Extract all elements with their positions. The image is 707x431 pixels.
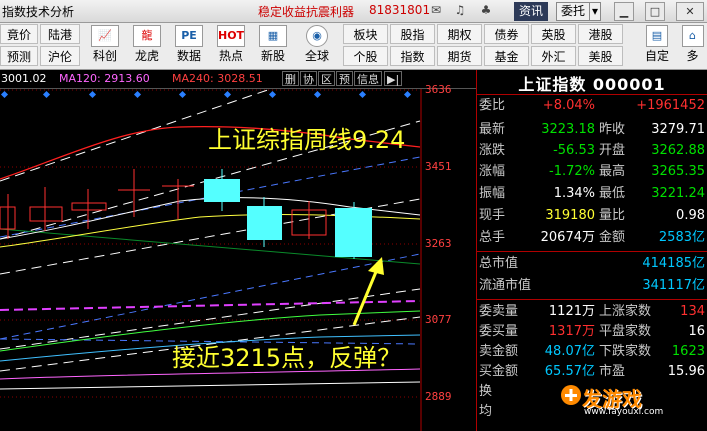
quote-row: 涨幅 -1.72% 最高 3265.35 [479, 164, 705, 179]
chart-indicator-bar: 3001.02 MA120: 2913.60 MA240: 3028.51 删 … [0, 70, 476, 89]
chart-overlay-title: 上证综指周线9.24 [208, 126, 406, 154]
toolbar: 竟价 陆港 预测 沪伦 📈 科创 龍 龙虎 PE 数据 HOT 热点 ▦ 新股 … [0, 23, 707, 70]
promo-text[interactable]: 稳定收益抗震利器 [258, 3, 354, 20]
shirt-icon[interactable]: ♣ [478, 3, 494, 18]
axis-label-price: 3263 [425, 237, 452, 250]
stock-index-futures-button[interactable]: 股指 [390, 24, 435, 44]
trade-button[interactable]: 委托 [556, 2, 591, 21]
tab-region[interactable]: 区 [318, 71, 335, 86]
data-button[interactable]: PE 数据 [170, 24, 208, 68]
forex-button[interactable]: 外汇 [531, 46, 576, 66]
index-title: 上证指数 000001 [518, 75, 666, 94]
index-button[interactable]: 指数 [390, 46, 435, 66]
watermark-url: www.fayouxi.com [584, 407, 664, 417]
quote-row: 委比 +8.04% +1961452 [479, 98, 705, 113]
app-title: 指数技术分析 [2, 5, 75, 19]
pe-icon: PE [175, 25, 203, 47]
individual-stock-button[interactable]: 个股 [343, 46, 388, 66]
globe-icon: ◉ [306, 25, 328, 47]
chart-overlay-note: 接近3215点，反弹？ [172, 344, 402, 372]
star-market-button[interactable]: 📈 科创 [86, 24, 124, 68]
float-cap-row: 流通市值 341117亿 [479, 278, 705, 293]
quote-row: 现手 319180 量比 0.98 [479, 208, 705, 223]
ma120-line [0, 300, 421, 311]
site-watermark: 发游戏 www.fayouxi.com [560, 378, 680, 418]
funds-button[interactable]: 基金 [484, 46, 529, 66]
expand-icon[interactable]: ▶| [384, 71, 403, 86]
hk-connect-button[interactable]: 陆港 [40, 24, 80, 44]
ma120-value: MA120: 2913.60 [59, 72, 150, 85]
global-button[interactable]: ◉ 全球 [298, 24, 336, 68]
candlesticks [0, 169, 372, 259]
minimize-icon[interactable]: ▁ [614, 2, 634, 21]
quote-row: 涨跌 -56.53 开盘 3262.88 [479, 143, 705, 158]
axis-label-price: 2889 [425, 390, 452, 403]
divider [477, 299, 707, 300]
axis-label-price: 3077 [425, 313, 452, 326]
tab-forecast[interactable]: 预 [336, 71, 353, 86]
trade-dropdown-icon[interactable]: ▾ [589, 2, 602, 21]
quote-row: 最新 3223.18 昨收 3279.71 [479, 122, 705, 137]
more-button[interactable]: ⌂ 多 [678, 24, 707, 68]
tab-info[interactable]: 信息 [354, 71, 382, 86]
uk-stocks-button[interactable]: 英股 [531, 24, 576, 44]
ma240-value: MA240: 3028.51 [172, 72, 263, 85]
quote-row: 委买量 1317万 平盘家数 16 [479, 324, 705, 339]
quote-row: 卖金额 48.07亿 下跌家数 1623 [479, 344, 705, 359]
axis-label-price: 3636 [425, 83, 452, 96]
hk-stocks-button[interactable]: 港股 [578, 24, 623, 44]
new-stock-icon: ▦ [259, 25, 287, 47]
title-bar: 指数技术分析 稳定收益抗震利器 81831801 ✉ ♫ ♣ 资讯 委托 ▾ ▁… [0, 0, 707, 23]
gamepad-icon [561, 385, 581, 405]
custom-icon: ▤ [646, 25, 668, 47]
trend-line [0, 253, 421, 340]
close-icon[interactable]: ✕ [676, 2, 704, 21]
quote-row: 振幅 1.34% 最低 3221.24 [479, 186, 705, 201]
new-stock-button[interactable]: ▦ 新股 [254, 24, 292, 68]
bell-icon[interactable]: ♫ [452, 3, 468, 18]
quote-row: 委卖量 1121万 上涨家数 134 [479, 304, 705, 319]
quote-panel: 上证指数 000001 委比 +8.04% +1961452 最新 3223.1… [477, 70, 707, 431]
options-button[interactable]: 期权 [437, 24, 482, 44]
annotation-arrow [352, 266, 380, 326]
hot-icon: HOT [217, 25, 245, 47]
tab-delete[interactable]: 删 [282, 71, 299, 86]
dragon-tiger-button[interactable]: 龍 龙虎 [128, 24, 166, 68]
divider [477, 251, 707, 252]
bonds-button[interactable]: 债券 [484, 24, 529, 44]
custom-button[interactable]: ▤ 自定 [640, 24, 674, 68]
hotspot-button[interactable]: HOT 热点 [212, 24, 250, 68]
sector-button[interactable]: 板块 [343, 24, 388, 44]
ma-first-value: 3001.02 [1, 72, 47, 85]
futures-button[interactable]: 期货 [437, 46, 482, 66]
divider [477, 94, 707, 95]
axis-label-price: 3451 [425, 160, 452, 173]
more-icon: ⌂ [681, 25, 704, 47]
market-cap-row: 总市值 414185亿 [479, 256, 705, 271]
mail-icon[interactable]: ✉ [428, 3, 444, 18]
dragon-icon: 龍 [133, 25, 161, 47]
news-button[interactable]: 资讯 [514, 2, 549, 21]
us-stocks-button[interactable]: 美股 [578, 46, 623, 66]
auction-button[interactable]: 竟价 [0, 24, 38, 44]
tab-assist[interactable]: 协 [300, 71, 317, 86]
phone-number: 81831801 [369, 3, 431, 17]
ma-line-white-low [0, 381, 421, 390]
maximize-icon[interactable]: □ [645, 2, 665, 21]
signal-markers [0, 90, 412, 99]
forecast-button[interactable]: 预测 [0, 46, 38, 66]
quote-row: 总手 20674万 金额 2583亿 [479, 230, 705, 245]
chart-icon: 📈 [91, 25, 119, 47]
shanghai-london-button[interactable]: 沪伦 [40, 46, 80, 66]
